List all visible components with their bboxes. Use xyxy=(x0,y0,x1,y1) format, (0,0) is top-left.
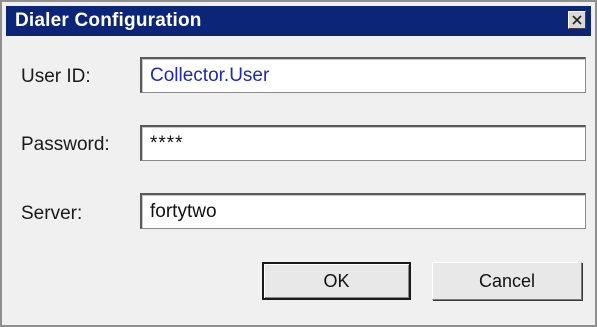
server-input[interactable] xyxy=(140,193,586,229)
server-label: Server: xyxy=(21,203,83,224)
ok-button[interactable]: OK xyxy=(262,262,411,300)
title-bar[interactable]: Dialer Configuration xyxy=(6,6,591,36)
close-icon xyxy=(572,15,582,25)
user-id-label: User ID: xyxy=(21,66,91,87)
dialog-window: Dialer Configuration User ID: Password: … xyxy=(0,0,597,327)
ok-button-label: OK xyxy=(323,270,350,291)
password-label: Password: xyxy=(21,134,110,155)
close-button[interactable] xyxy=(568,11,586,29)
password-input[interactable] xyxy=(140,125,586,161)
user-id-input[interactable] xyxy=(140,57,586,93)
cancel-button-label: Cancel xyxy=(478,270,536,291)
cancel-button[interactable]: Cancel xyxy=(432,262,582,300)
window-title: Dialer Configuration xyxy=(15,10,202,31)
